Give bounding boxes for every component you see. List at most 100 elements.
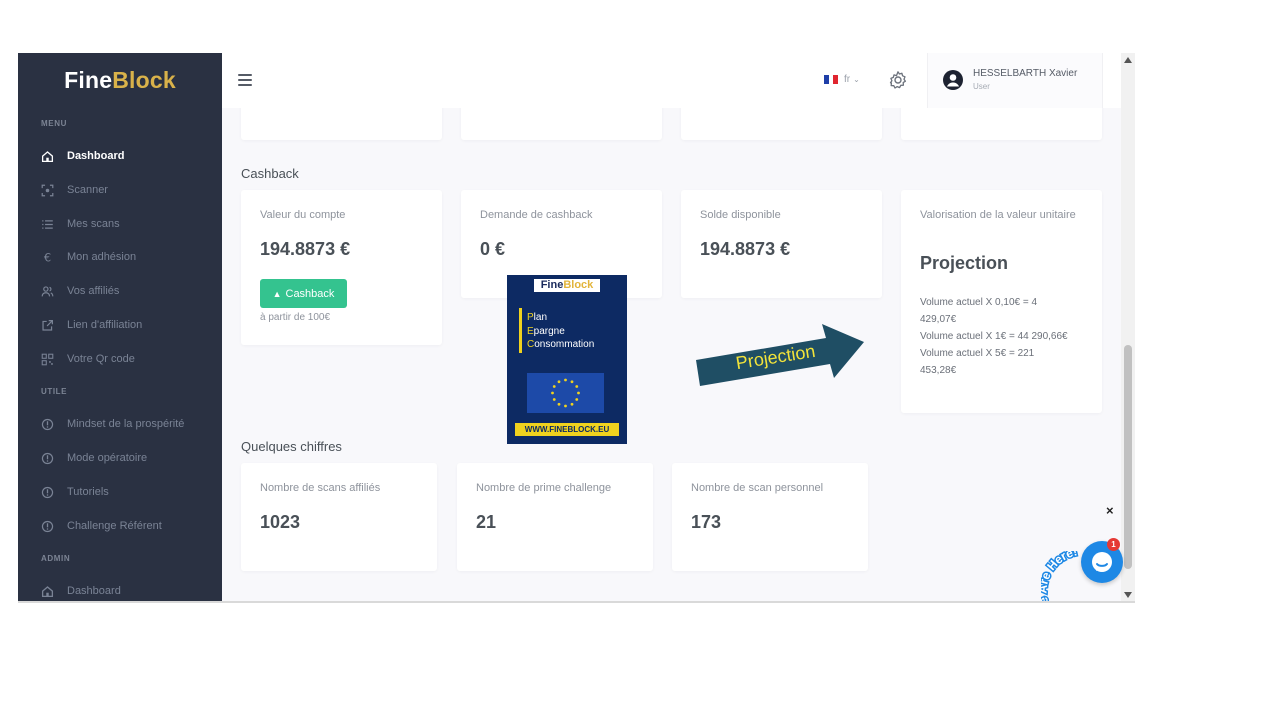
sidebar-item-label: Vos affiliés bbox=[67, 285, 120, 297]
eu-star bbox=[551, 391, 554, 395]
poster-url: WWW.FINEBLOCK.EU bbox=[515, 423, 619, 436]
poster-line2-rest: pargne bbox=[533, 325, 565, 337]
sidebar-item-label: Tutoriels bbox=[67, 486, 109, 498]
personal-scans-card: Nombre de scan personnel 173 bbox=[672, 463, 868, 571]
menu-section-title: MENU bbox=[41, 119, 67, 128]
sidebar-item-label: Mindset de la prospérité bbox=[67, 418, 185, 430]
gear-icon[interactable] bbox=[888, 70, 908, 90]
challenge-bonus-value: 21 bbox=[476, 512, 497, 532]
challenge-bonus-card: Nombre de prime challenge 21 bbox=[457, 463, 653, 571]
home-icon bbox=[40, 584, 54, 598]
fineblock-poster-image: FineBlock Plan Epargne Consommation WWW.… bbox=[507, 275, 627, 444]
info-circle-icon bbox=[40, 451, 54, 465]
sidebar-item-label: Dashboard bbox=[67, 585, 121, 597]
available-balance-value: 194.8873 € bbox=[700, 239, 791, 259]
list-icon bbox=[40, 217, 54, 231]
info-circle-icon bbox=[40, 519, 54, 533]
personal-scans-label: Nombre de scan personnel bbox=[691, 482, 824, 494]
page-scrollbar[interactable] bbox=[1121, 53, 1135, 601]
affiliated-scans-value: 1023 bbox=[260, 512, 301, 532]
sidebar-item-mode-operatoire[interactable]: Mode opératoire bbox=[40, 448, 147, 468]
brand-name-part2: Block bbox=[112, 67, 176, 93]
user-role: User bbox=[973, 82, 990, 91]
eu-star bbox=[552, 385, 556, 388]
poster-logo: FineBlock bbox=[534, 279, 600, 292]
sidebar-item-label: Dashboard bbox=[67, 150, 125, 162]
eu-star bbox=[557, 380, 561, 384]
available-balance-card: Solde disponible 194.8873 € bbox=[681, 190, 882, 298]
sidebar-item-challenge-referent[interactable]: Challenge Référent bbox=[40, 516, 162, 536]
account-value-label: Valeur du compte bbox=[260, 209, 346, 221]
scroll-down-arrow-icon[interactable] bbox=[1124, 592, 1132, 598]
projection-card: Valorisation de la valeur unitaire Proje… bbox=[901, 190, 1102, 413]
eu-star bbox=[564, 404, 567, 408]
poster-line1-rest: lan bbox=[533, 312, 548, 323]
svg-text:We Are Here!: We Are Here! bbox=[1041, 551, 1078, 603]
chat-close-icon[interactable]: × bbox=[1106, 503, 1114, 518]
poster-line3-rest: onsommation bbox=[534, 339, 595, 350]
svg-text:€: € bbox=[43, 251, 50, 264]
account-value: 194.8873 € bbox=[260, 239, 351, 259]
sidebar-item-label: Scanner bbox=[67, 184, 108, 196]
sidebar-item-label: Mes scans bbox=[67, 218, 120, 230]
menu-toggle-icon[interactable] bbox=[238, 74, 252, 86]
sidebar-item-label: Lien d'affiliation bbox=[67, 319, 143, 331]
challenge-bonus-label: Nombre de prime challenge bbox=[476, 482, 612, 494]
avatar-icon bbox=[942, 69, 964, 91]
poster-logo-part2: Block bbox=[563, 279, 594, 291]
french-flag-icon bbox=[824, 75, 839, 84]
poster-logo-part1: Fine bbox=[540, 279, 564, 291]
sidebar-item-vos-affilies[interactable]: Vos affiliés bbox=[40, 281, 119, 301]
user-name: HESSELBARTH Xavier bbox=[973, 68, 1078, 79]
available-balance-label: Solde disponible bbox=[700, 209, 781, 221]
personal-scans-value: 173 bbox=[691, 512, 722, 532]
projection-line: Volume actuel X 5€ = 221 453,28€ bbox=[920, 348, 1035, 376]
sidebar-item-mon-adhesion[interactable]: € Mon adhésion bbox=[40, 247, 136, 267]
scroll-up-arrow-icon[interactable] bbox=[1124, 57, 1132, 63]
euro-icon: € bbox=[40, 250, 54, 264]
sidebar-item-scanner[interactable]: Scanner bbox=[40, 180, 108, 200]
brand-logo[interactable]: FineBlock bbox=[18, 67, 222, 94]
cashback-button-label: Cashback bbox=[285, 287, 335, 300]
eu-star bbox=[552, 398, 556, 401]
cashback-section-title: Cashback bbox=[241, 166, 299, 181]
figures-section-title: Quelques chiffres bbox=[241, 439, 342, 454]
eu-star bbox=[575, 385, 579, 388]
we-are-here-text: We Are Here! bbox=[1041, 551, 1080, 601]
info-circle-icon bbox=[40, 417, 54, 431]
chevron-down-icon: ⌄ bbox=[853, 75, 860, 84]
projection-title: Projection bbox=[920, 253, 1009, 273]
cashback-button[interactable]: ▲ Cashback bbox=[260, 279, 347, 308]
projection-line: Volume actuel X 0,10€ = 4 429,07€ bbox=[920, 297, 1038, 325]
projection-arrow: Projection bbox=[696, 324, 864, 386]
sidebar-item-tutoriels[interactable]: Tutoriels bbox=[40, 482, 109, 502]
sidebar-item-label: Mode opératoire bbox=[67, 452, 148, 464]
eu-star bbox=[570, 380, 574, 384]
sidebar-item-mindset[interactable]: Mindset de la prospérité bbox=[40, 414, 184, 434]
scrollbar-thumb[interactable] bbox=[1124, 345, 1132, 569]
eu-flag-icon bbox=[527, 373, 604, 413]
sidebar-item-dashboard[interactable]: Dashboard bbox=[40, 146, 124, 166]
valuation-label: Valorisation de la valeur unitaire bbox=[920, 209, 1076, 221]
language-code: fr bbox=[844, 74, 851, 85]
sidebar-item-admin-dashboard[interactable]: Dashboard bbox=[40, 581, 121, 601]
admin-section-title: ADMIN bbox=[41, 554, 71, 563]
cashback-minimum-note: à partir de 100€ bbox=[260, 312, 331, 323]
projection-line: Volume actuel X 1€ = 44 290,66€ bbox=[920, 331, 1068, 342]
qr-code-icon bbox=[40, 352, 54, 366]
user-menu[interactable]: HESSELBARTH Xavier User bbox=[927, 53, 1103, 108]
poster-accent-bar bbox=[519, 308, 522, 353]
language-selector[interactable]: fr ⌄ bbox=[824, 74, 860, 85]
sidebar-item-mes-scans[interactable]: Mes scans bbox=[40, 214, 120, 234]
sidebar-item-qr-code[interactable]: Votre Qr code bbox=[40, 349, 135, 369]
eu-star bbox=[577, 391, 580, 395]
sidebar-item-label: Votre Qr code bbox=[67, 353, 135, 365]
cashback-request-label: Demande de cashback bbox=[480, 209, 593, 221]
affiliated-scans-card: Nombre de scans affiliés 1023 bbox=[241, 463, 437, 571]
scan-icon bbox=[40, 183, 54, 197]
brand-name-part1: Fine bbox=[64, 67, 113, 93]
sidebar: FineBlock MENU Dashboard Scanner Mes sca… bbox=[18, 53, 222, 601]
users-icon bbox=[40, 284, 54, 298]
sidebar-item-lien-affiliation[interactable]: Lien d'affiliation bbox=[40, 315, 142, 335]
poster-line1-cap: P bbox=[527, 312, 534, 323]
